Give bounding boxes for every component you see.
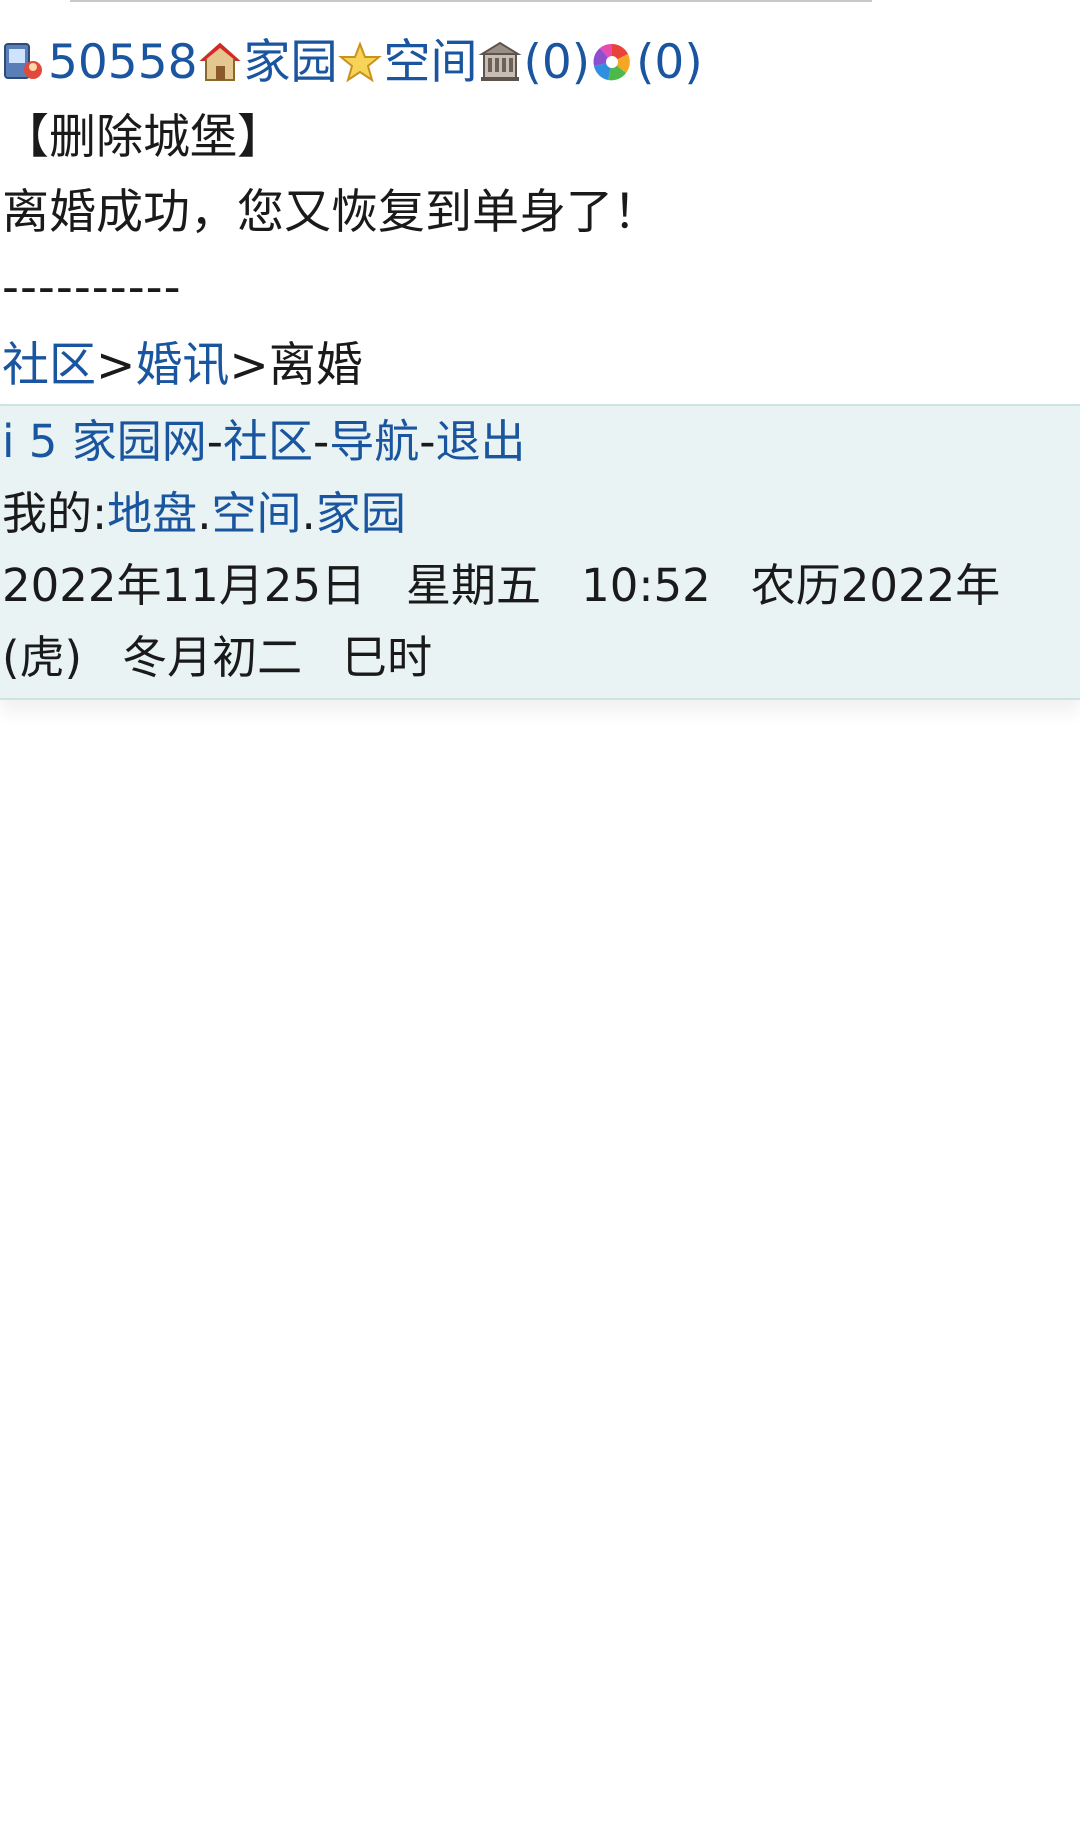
footer-lunar-year: 农历2022年	[750, 559, 1001, 612]
footer-nav-separator: -	[313, 415, 330, 468]
delete-castle-action[interactable]: 【删除城堡】	[2, 110, 284, 165]
footer-datetime-line2: (虎) 冬月初二 巳时	[2, 628, 432, 688]
footer-home-link[interactable]: 家园	[316, 487, 406, 540]
top-divider	[70, 0, 872, 2]
footer-space-link[interactable]: 空间	[212, 487, 302, 540]
photo-count-link[interactable]: (0)	[636, 35, 703, 90]
footer-time: 10:52	[581, 559, 711, 612]
space-link[interactable]: 空间	[384, 35, 478, 90]
footer-datetime-line1: 2022年11月25日 星期五 10:52 农历2022年	[2, 556, 1000, 616]
footer-logout-link[interactable]: 退出	[436, 415, 526, 468]
breadcrumb-separator: >	[96, 338, 136, 393]
footer-site-link[interactable]: i 5 家园网	[2, 415, 207, 468]
footer-shichen: 巳时	[342, 631, 433, 684]
user-id-link[interactable]: 50558	[48, 35, 198, 90]
footer-nav: i 5 家园网-社区-导航-退出	[2, 412, 526, 472]
site-footer: i 5 家园网-社区-导航-退出 我的:地盘.空间.家园 2022年11月25日…	[0, 404, 1080, 700]
footer-community-link[interactable]: 社区	[223, 415, 313, 468]
footer-mine-separator: .	[301, 487, 316, 540]
castle-count-link[interactable]: (0)	[524, 35, 591, 90]
footer-mine-separator: .	[197, 487, 212, 540]
footer-navigation-link[interactable]: 导航	[329, 415, 419, 468]
user-phone-icon	[2, 40, 46, 84]
footer-date: 2022年11月25日	[2, 559, 367, 612]
dash-separator: ----------	[2, 260, 182, 315]
footer-nav-separator: -	[419, 415, 436, 468]
footer-mine: 我的:地盘.空间.家园	[2, 484, 406, 544]
breadcrumb-separator: >	[229, 338, 269, 393]
delete-castle-row: 【删除城堡】	[2, 108, 284, 168]
footer-zodiac: (虎)	[2, 631, 83, 684]
footer-territory-link[interactable]: 地盘	[107, 487, 197, 540]
footer-mine-prefix: 我的:	[2, 487, 108, 540]
home-icon	[198, 40, 242, 84]
footer-weekday: 星期五	[406, 559, 542, 612]
breadcrumb-divorce-current: 离婚	[268, 338, 363, 393]
breadcrumb-wedding-news[interactable]: 婚讯	[135, 338, 229, 393]
result-message: 离婚成功，您又恢复到单身了！	[2, 185, 660, 240]
star-icon	[337, 40, 382, 84]
breadcrumb-community[interactable]: 社区	[2, 338, 96, 393]
user-header: 50558 家园 空间 (0) (0)	[2, 33, 703, 93]
photo-wheel-icon	[590, 40, 634, 84]
breadcrumb: 社区>婚讯>离婚	[2, 336, 363, 396]
footer-lunar-day: 冬月初二	[122, 631, 303, 684]
footer-nav-separator: -	[206, 415, 223, 468]
castle-icon	[477, 40, 522, 84]
home-link[interactable]: 家园	[244, 35, 338, 90]
